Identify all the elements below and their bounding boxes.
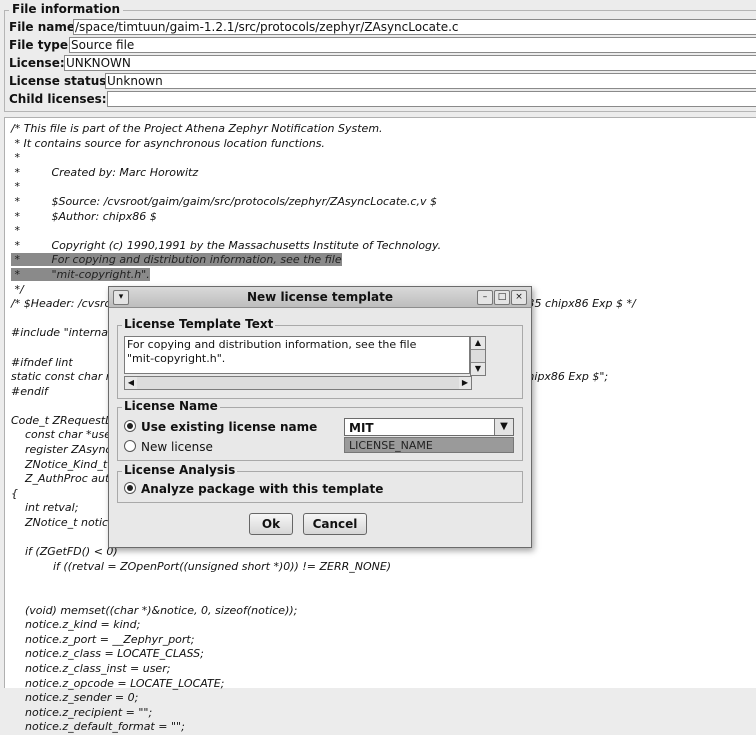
scroll-up-icon[interactable]: ▲ <box>471 337 485 350</box>
analyze-package-radio[interactable]: Analyze package with this template <box>124 482 383 498</box>
template-vertical-scrollbar[interactable]: ▲ ▼ <box>470 336 486 376</box>
new-license-name-field[interactable]: LICENSE_NAME <box>344 437 514 453</box>
template-text-area[interactable]: For copying and distribution information… <box>124 336 470 374</box>
file-information-legend: File information <box>9 2 124 16</box>
new-license-radio[interactable]: New license <box>124 440 213 456</box>
code-highlight-line-1: * For copying and distribution informati… <box>11 253 342 267</box>
template-horizontal-scrollbar[interactable]: ◀ ▶ <box>124 376 472 390</box>
dialog-title: New license template <box>247 290 393 304</box>
child-licenses-label: Child licenses: <box>9 92 107 106</box>
child-licenses-field[interactable] <box>107 91 756 107</box>
license-analysis-group: License Analysis Analyze package with th… <box>117 463 523 503</box>
radio-selected-icon[interactable] <box>124 420 136 432</box>
scroll-left-icon[interactable]: ◀ <box>125 377 137 389</box>
maximize-icon[interactable]: □ <box>494 290 510 305</box>
radio-unselected-icon[interactable] <box>124 440 136 452</box>
template-text-group: License Template Text For copying and di… <box>117 317 523 399</box>
license-field[interactable]: UNKNOWN <box>64 55 756 71</box>
close-icon[interactable]: × <box>511 290 527 305</box>
minimize-icon[interactable]: – <box>477 290 493 305</box>
new-license-template-dialog: ▾ New license template – □ × License Tem… <box>108 286 532 548</box>
license-name-group: License Name Use existing license name N… <box>117 399 523 461</box>
radio-selected-icon[interactable] <box>124 482 136 494</box>
code-before: /* This file is part of the Project Athe… <box>11 122 442 252</box>
cancel-button[interactable]: Cancel <box>303 513 367 535</box>
template-text-legend: License Template Text <box>122 317 276 331</box>
code-highlight-line-2: * "mit-copyright.h". <box>11 267 150 281</box>
file-type-label: File type: <box>9 38 73 52</box>
file-name-label: File name: <box>9 20 80 34</box>
selected-license-value: MIT <box>349 421 374 435</box>
new-license-label: New license <box>141 440 213 454</box>
file-name-field[interactable]: /space/timtuun/gaim-1.2.1/src/protocols/… <box>73 19 756 35</box>
license-status-field[interactable]: Unknown <box>105 73 756 89</box>
scroll-right-icon[interactable]: ▶ <box>459 377 471 389</box>
use-existing-label: Use existing license name <box>141 420 318 434</box>
chevron-down-icon[interactable]: ▼ <box>494 419 513 435</box>
license-analysis-legend: License Analysis <box>122 463 238 477</box>
ok-button[interactable]: Ok <box>249 513 293 535</box>
existing-license-select[interactable]: MIT ▼ <box>344 418 514 436</box>
license-name-legend: License Name <box>122 399 220 413</box>
file-information-panel: File information File name: /space/timtu… <box>4 2 756 112</box>
file-type-field[interactable]: Source file <box>69 37 756 53</box>
scroll-down-icon[interactable]: ▼ <box>471 362 485 375</box>
license-label: License: <box>9 56 65 70</box>
license-status-label: License status: <box>9 74 112 88</box>
dialog-titlebar[interactable]: ▾ New license template – □ × <box>109 287 531 308</box>
use-existing-radio[interactable]: Use existing license name <box>124 420 317 436</box>
analyze-package-label: Analyze package with this template <box>141 482 384 496</box>
